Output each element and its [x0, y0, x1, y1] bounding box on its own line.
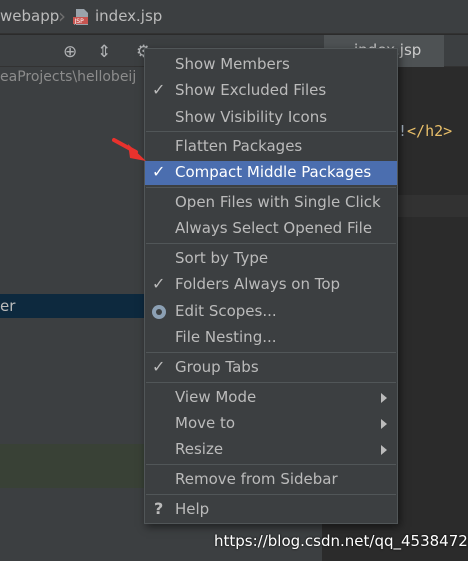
watermark-text: https://blog.csdn.net/qq_45384729 [214, 532, 468, 550]
menu-item-resize[interactable]: Resize [145, 438, 397, 462]
annotation-arrow-icon [112, 138, 146, 161]
code-tag: </h2> [407, 122, 453, 140]
submenu-arrow-icon [381, 445, 387, 455]
menu-item-always-select-opened-file[interactable]: Always Select Opened File [145, 217, 397, 241]
code-line: !</h2> [398, 122, 452, 140]
breadcrumb: webapp › JSP index.jsp [0, 0, 468, 34]
help-icon: ? [154, 499, 164, 518]
menu-item-compact-middle-packages[interactable]: ✓ Compact Middle Packages [145, 161, 397, 185]
breadcrumb-folder[interactable]: webapp [0, 7, 59, 25]
checkmark-icon: ✓ [152, 80, 166, 99]
radio-dot-icon [152, 305, 166, 319]
menu-separator [146, 187, 396, 188]
menu-separator [146, 494, 396, 495]
menu-item-flatten-packages[interactable]: Flatten Packages [145, 135, 397, 159]
checkmark-icon: ✓ [152, 357, 166, 376]
menu-item-show-visibility-icons[interactable]: Show Visibility Icons [145, 106, 397, 130]
checkmark-icon: ✓ [152, 274, 166, 293]
collapse-icon[interactable]: ⇕ [97, 42, 111, 62]
menu-separator [146, 131, 396, 132]
menu-item-file-nesting[interactable]: File Nesting... [145, 326, 397, 350]
menu-item-sort-by-type[interactable]: Sort by Type [145, 247, 397, 271]
menu-separator [146, 382, 396, 383]
menu-item-move-to[interactable]: Move to [145, 412, 397, 436]
menu-item-help[interactable]: ? Help [145, 498, 397, 522]
breadcrumb-file[interactable]: index.jsp [95, 7, 162, 25]
menu-separator [146, 352, 396, 353]
code-text: ! [398, 122, 408, 140]
options-popup-menu: Show Members ✓ Show Excluded Files Show V… [144, 48, 398, 524]
menu-item-group-tabs[interactable]: ✓ Group Tabs [145, 356, 397, 380]
chevron-right-icon: › [58, 4, 66, 28]
svg-text:JSP: JSP [74, 18, 85, 25]
tree-row-label: er [0, 297, 16, 315]
menu-item-view-mode[interactable]: View Mode [145, 386, 397, 410]
menu-item-show-members[interactable]: Show Members [145, 53, 397, 77]
menu-item-folders-always-on-top[interactable]: ✓ Folders Always on Top [145, 273, 397, 297]
menu-item-edit-scopes[interactable]: Edit Scopes... [145, 300, 397, 324]
submenu-arrow-icon [381, 393, 387, 403]
menu-item-show-excluded-files[interactable]: ✓ Show Excluded Files [145, 79, 397, 103]
locate-icon[interactable]: ⊕ [63, 42, 77, 62]
menu-item-remove-from-sidebar[interactable]: Remove from Sidebar [145, 468, 397, 492]
project-path: eaProjects\hellobeij [0, 69, 137, 85]
jsp-file-icon: JSP [73, 9, 88, 25]
menu-separator [146, 243, 396, 244]
submenu-arrow-icon [381, 419, 387, 429]
menu-separator [146, 464, 396, 465]
checkmark-icon: ✓ [152, 162, 166, 181]
menu-item-open-files-single-click[interactable]: Open Files with Single Click [145, 191, 397, 215]
